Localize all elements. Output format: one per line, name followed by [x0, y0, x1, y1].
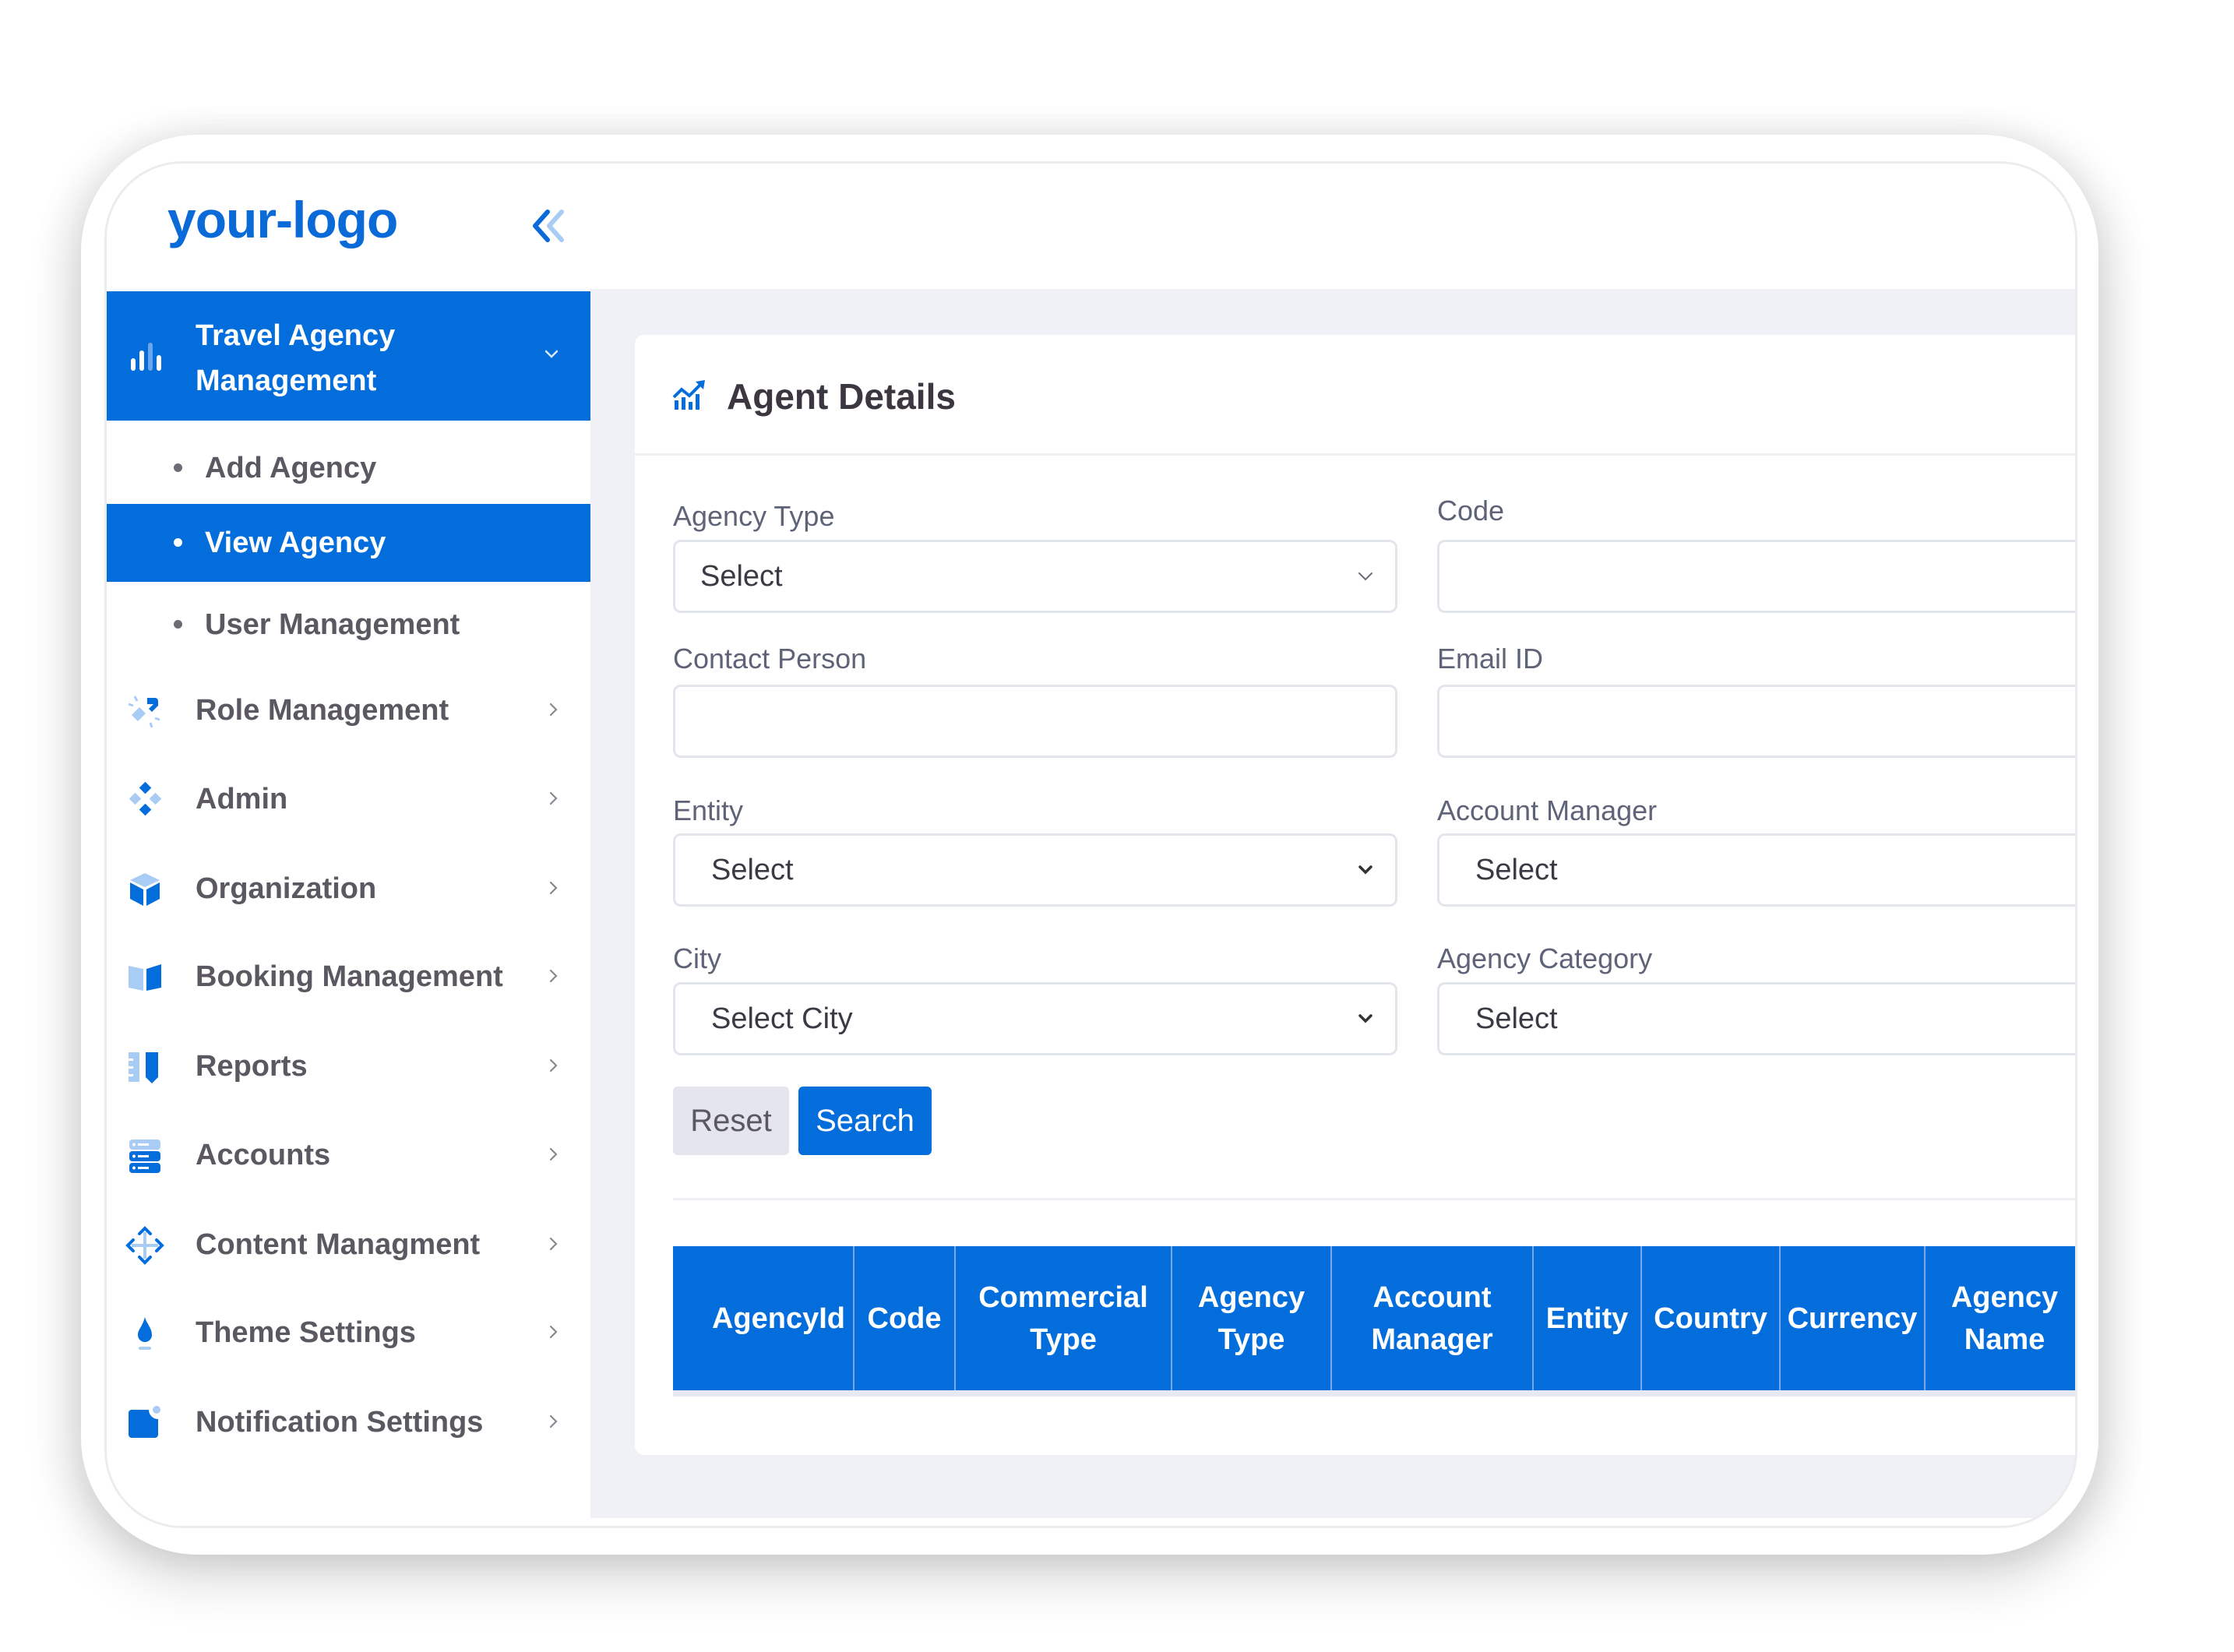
contact-person-input[interactable] [673, 685, 1397, 758]
results-table-header: AgencyId Code Commercial Type Agency Typ… [673, 1246, 2075, 1397]
column-header-currency[interactable]: Currency [1781, 1246, 1926, 1390]
flame-drop-icon [138, 1317, 152, 1350]
sidebar-group-label-line2: Management [196, 365, 377, 397]
sidebar-item-user-management[interactable]: User Management [107, 586, 590, 664]
server-stack-icon [129, 1139, 160, 1173]
chevron-right-icon [549, 1325, 558, 1339]
city-value: Select City [711, 1002, 853, 1035]
chevron-down-icon [1358, 572, 1372, 581]
chevron-down-icon [1358, 1014, 1372, 1023]
column-header-agency-id[interactable]: AgencyId [673, 1246, 854, 1390]
chevron-right-icon [549, 703, 558, 717]
contact-person-label: Contact Person [673, 643, 867, 675]
sidebar-group-travel-agency-management[interactable]: Travel Agency Management [107, 291, 590, 421]
column-header-commercial-type[interactable]: Commercial Type [956, 1246, 1172, 1390]
column-header-country[interactable]: Country [1642, 1246, 1781, 1390]
code-input[interactable] [1437, 540, 2075, 613]
sidebar-group-label-line1: Travel Agency [196, 319, 396, 352]
entity-select[interactable]: Select [673, 833, 1397, 907]
chevron-right-icon [549, 1414, 558, 1428]
sidebar-item-theme-settings[interactable]: Theme Settings [107, 1294, 590, 1372]
sidebar-item-admin[interactable]: Admin [107, 760, 590, 838]
agency-type-label: Agency Type [673, 500, 835, 532]
sidebar-item-label: Add Agency [205, 452, 377, 484]
role-management-icon [128, 696, 160, 728]
bullet-icon [174, 538, 182, 547]
app-screen: your-logo Travel Agency Management Add A… [104, 161, 2077, 1528]
admin-diamonds-icon [129, 781, 162, 816]
sidebar-item-label: Booking Management [196, 960, 503, 993]
agency-category-select[interactable]: Select [1437, 982, 2075, 1055]
sidebar-item-label: Notification Settings [196, 1406, 484, 1439]
card-header: Agent Details [635, 335, 2075, 456]
chevron-down-icon [1358, 865, 1372, 875]
chevron-right-icon [549, 791, 558, 805]
chevron-down-icon [544, 350, 558, 358]
reports-ruler-pen-icon [129, 1052, 158, 1083]
account-manager-label: Account Manager [1437, 794, 1658, 826]
sidebar-item-label: Role Management [196, 694, 449, 727]
column-header-account-manager[interactable]: Account Manager [1332, 1246, 1534, 1390]
sidebar-item-label: Theme Settings [196, 1316, 416, 1349]
sidebar-item-label: View Agency [205, 527, 386, 559]
city-label: City [673, 942, 721, 974]
sidebar-item-label: Content Managment [196, 1228, 481, 1261]
trend-chart-icon [672, 380, 705, 410]
agency-category-label: Agency Category [1437, 942, 1653, 974]
column-header-agency-name[interactable]: Agency Name [1926, 1246, 2075, 1390]
account-manager-value: Select [1475, 854, 1558, 886]
book-open-icon [129, 964, 161, 991]
search-button[interactable]: Search [798, 1087, 932, 1155]
email-id-input[interactable] [1437, 685, 2075, 758]
sidebar-item-role-management[interactable]: Role Management [107, 671, 590, 749]
sidebar-item-label: Accounts [196, 1139, 331, 1171]
sidebar-item-label: Organization [196, 872, 377, 905]
city-select[interactable]: Select City [673, 982, 1397, 1055]
agent-details-card: Agent Details Agency Type Select Code Co… [635, 335, 2075, 1455]
bullet-icon [174, 463, 182, 472]
entity-label: Entity [673, 794, 744, 826]
sidebar-item-add-agency[interactable]: Add Agency [107, 429, 590, 507]
sidebar-item-label: Admin [196, 783, 288, 815]
bar-chart-icon [131, 343, 161, 371]
sidebar-item-label: User Management [205, 608, 460, 641]
code-label: Code [1437, 495, 1505, 527]
sidebar-item-organization[interactable]: Organization [107, 850, 590, 928]
chevron-right-icon [549, 1237, 558, 1251]
column-header-entity[interactable]: Entity [1534, 1246, 1642, 1390]
sidebar-item-accounts[interactable]: Accounts [107, 1116, 590, 1194]
chevron-right-icon [549, 969, 558, 983]
move-arrows-icon [125, 1226, 164, 1265]
logo: your-logo [167, 191, 398, 248]
agency-category-value: Select [1475, 1002, 1558, 1035]
top-bar: your-logo [107, 164, 2075, 289]
account-manager-select[interactable]: Select [1437, 833, 2075, 907]
cube-icon [130, 873, 160, 906]
column-header-code[interactable]: Code [854, 1246, 956, 1390]
sidebar: Travel Agency Management Add Agency View… [107, 289, 590, 1526]
agency-type-select[interactable]: Select [673, 540, 1397, 613]
sidebar-item-label: Reports [196, 1050, 308, 1083]
notification-badge-icon [129, 1406, 160, 1438]
chevron-right-icon [549, 1058, 558, 1073]
collapse-sidebar-button[interactable] [527, 203, 574, 249]
sidebar-item-reports[interactable]: Reports [107, 1027, 590, 1105]
column-header-agency-type[interactable]: Agency Type [1172, 1246, 1332, 1390]
entity-value: Select [711, 854, 794, 886]
chevron-right-icon [549, 1147, 558, 1161]
sidebar-item-content-managment[interactable]: Content Managment [107, 1206, 590, 1284]
chevron-right-icon [549, 881, 558, 895]
page-title: Agent Details [727, 376, 956, 417]
section-divider [673, 1198, 2075, 1200]
sidebar-item-notification-settings[interactable]: Notification Settings [107, 1383, 590, 1461]
reset-button[interactable]: Reset [673, 1087, 789, 1155]
bullet-icon [174, 620, 182, 629]
double-chevron-left-icon [533, 210, 564, 242]
email-id-label: Email ID [1437, 643, 1544, 675]
sidebar-item-view-agency[interactable]: View Agency [107, 504, 590, 582]
sidebar-item-booking-management[interactable]: Booking Management [107, 938, 590, 1016]
agency-type-value: Select [700, 560, 783, 593]
